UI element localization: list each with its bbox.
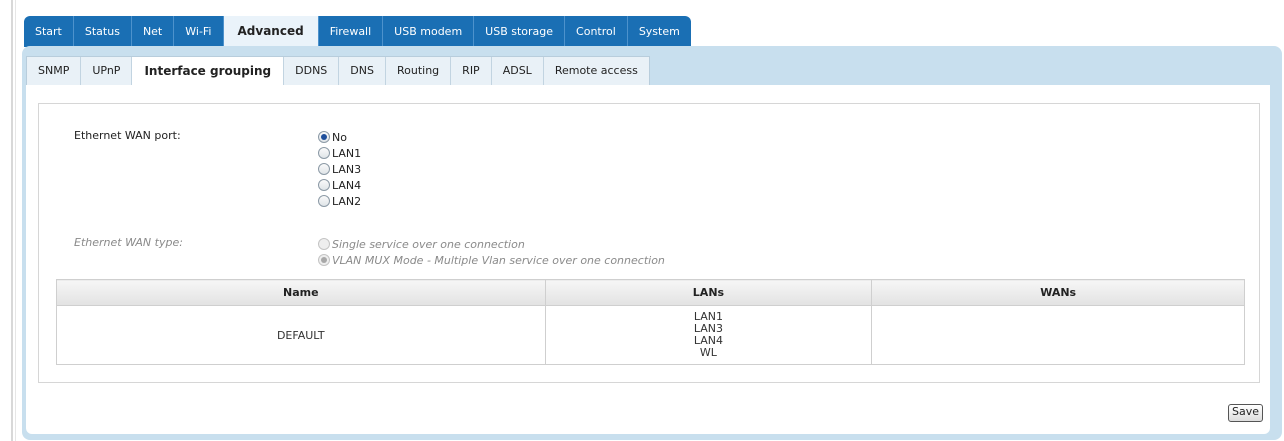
settings-panel: Ethernet WAN port: No LAN1 LAN3 LAN4 LAN… [26, 85, 1270, 434]
radio-button[interactable] [318, 131, 330, 143]
subtab-routing[interactable]: Routing [386, 57, 452, 85]
wan-port-option-lan2[interactable]: LAN2 [318, 193, 361, 209]
lan-item: WL [699, 346, 717, 359]
option-label: LAN2 [332, 194, 362, 208]
radio-button [318, 238, 330, 250]
subtab-snmp[interactable]: SNMP [27, 57, 82, 85]
wan-type-option-vlan-mux: VLAN MUX Mode - Multiple Vlan service ov… [318, 252, 665, 268]
radio-button[interactable] [318, 195, 330, 207]
radio-button[interactable] [318, 163, 330, 175]
tab-net[interactable]: Net [132, 16, 175, 47]
group-wans-cell [871, 305, 1245, 365]
window-edge-inner [15, 0, 16, 441]
window-edge [11, 0, 13, 441]
option-label: LAN3 [332, 162, 362, 176]
wan-port-option-lan3[interactable]: LAN3 [318, 161, 361, 177]
wan-port-option-lan4[interactable]: LAN4 [318, 177, 361, 193]
ethernet-wan-port-label: Ethernet WAN port: [74, 129, 181, 142]
tab-control[interactable]: Control [565, 16, 628, 47]
subtab-ddns[interactable]: DDNS [284, 57, 340, 85]
table-row[interactable]: DEFAULT LAN1 LAN3 LAN4 WL [56, 305, 1245, 365]
wan-port-option-no[interactable]: No [318, 129, 347, 145]
subtab-adsl[interactable]: ADSL [492, 57, 544, 85]
wan-type-option-single: Single service over one connection [318, 236, 525, 252]
tab-firewall[interactable]: Firewall [319, 16, 384, 47]
radio-button[interactable] [318, 147, 330, 159]
interface-groups-table: Name LANs WANs DEFAULT LAN1 LAN3 LAN4 WL [56, 279, 1245, 365]
option-label: VLAN MUX Mode - Multiple Vlan service ov… [332, 253, 665, 267]
ethernet-wan-type-label: Ethernet WAN type: [74, 236, 183, 249]
table-header-row: Name LANs WANs [56, 279, 1245, 306]
subtab-interface-grouping[interactable]: Interface grouping [132, 57, 285, 85]
radio-button[interactable] [318, 179, 330, 191]
sub-tab-bar: SNMP UPnP Interface grouping DDNS DNS Ro… [26, 56, 650, 86]
option-label: No [332, 130, 347, 144]
option-label: Single service over one connection [332, 237, 525, 251]
group-name-cell: DEFAULT [56, 305, 546, 365]
tab-usb-storage[interactable]: USB storage [474, 16, 566, 47]
tab-wifi[interactable]: Wi-Fi [174, 16, 224, 47]
tab-system[interactable]: System [628, 16, 691, 47]
subtab-remote-access[interactable]: Remote access [544, 57, 649, 85]
subtab-upnp[interactable]: UPnP [81, 57, 133, 85]
subtab-dns[interactable]: DNS [339, 57, 386, 85]
option-label: LAN4 [332, 178, 362, 192]
tab-usb-modem[interactable]: USB modem [383, 16, 475, 47]
save-button[interactable]: Save [1228, 404, 1264, 422]
subtab-rip[interactable]: RIP [451, 57, 492, 85]
option-label: LAN1 [332, 146, 362, 160]
column-header-wans: WANs [871, 279, 1245, 306]
radio-button [318, 254, 330, 266]
tab-status[interactable]: Status [74, 16, 132, 47]
tab-start[interactable]: Start [24, 16, 74, 47]
column-header-lans: LANs [544, 279, 873, 306]
column-header-name: Name [56, 279, 546, 306]
group-lans-cell: LAN1 LAN3 LAN4 WL [544, 305, 873, 365]
main-tab-bar: Start Status Net Wi-Fi Advanced Firewall… [24, 16, 691, 47]
tab-advanced[interactable]: Advanced [223, 16, 319, 47]
wan-port-option-lan1[interactable]: LAN1 [318, 145, 361, 161]
